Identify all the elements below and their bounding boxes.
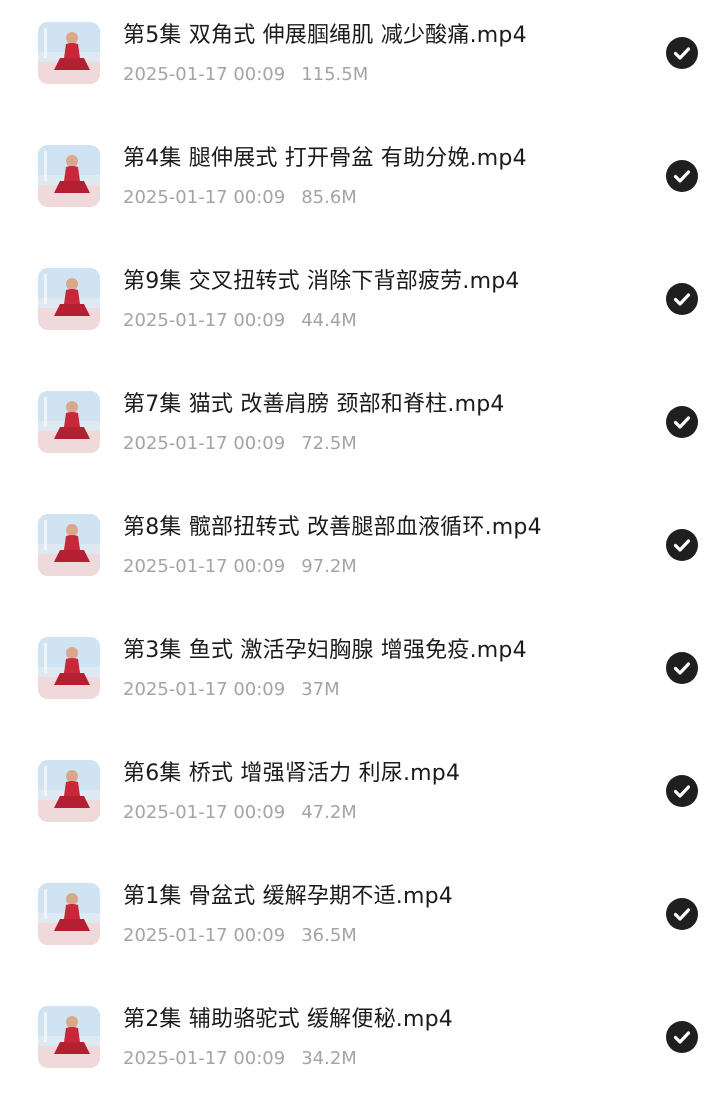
- check-circle-icon[interactable]: [666, 898, 698, 930]
- file-row[interactable]: 第3集 鱼式 激活孕妇胸腺 增强免疫.mp4 2025-01-17 00:09 3…: [0, 605, 720, 728]
- file-size: 97.2M: [301, 556, 357, 577]
- file-name: 第6集 桥式 增强肾活力 利尿.mp4: [123, 761, 461, 786]
- yoga-video-thumbnail: [38, 883, 100, 945]
- check-circle-icon[interactable]: [666, 529, 698, 561]
- file-name: 第7集 猫式 改善肩膀 颈部和脊柱.mp4: [123, 392, 505, 417]
- yoga-video-thumbnail: [38, 391, 100, 453]
- video-thumbnail: [38, 22, 100, 84]
- file-row[interactable]: 第2集 辅助骆驼式 缓解便秘.mp4 2025-01-17 00:09 34.2M: [0, 974, 720, 1097]
- file-meta: 2025-01-17 00:09 115.5M: [123, 62, 368, 88]
- file-size: 115.5M: [301, 64, 369, 85]
- file-list: 第5集 双角式 伸展腘绳肌 减少酸痛.mp4 2025-01-17 00:09 1…: [0, 0, 720, 1097]
- file-row[interactable]: 第8集 髋部扭转式 改善腿部血液循环.mp4 2025-01-17 00:09 9…: [0, 482, 720, 605]
- file-meta: 2025-01-17 00:09 85.6M: [123, 185, 357, 211]
- check-circle-icon[interactable]: [666, 37, 698, 69]
- file-size: 72.5M: [301, 433, 357, 454]
- file-date: 2025-01-17 00:09: [123, 64, 286, 85]
- file-name: 第8集 髋部扭转式 改善腿部血液循环.mp4: [123, 515, 542, 540]
- file-meta: 2025-01-17 00:09 97.2M: [123, 554, 357, 580]
- video-thumbnail: [38, 1006, 100, 1068]
- file-row[interactable]: 第4集 腿伸展式 打开骨盆 有助分娩.mp4 2025-01-17 00:09 8…: [0, 113, 720, 236]
- video-thumbnail: [38, 760, 100, 822]
- video-thumbnail: [38, 145, 100, 207]
- check-circle-icon[interactable]: [666, 1021, 698, 1053]
- file-meta: 2025-01-17 00:09 37M: [123, 677, 340, 703]
- check-circle-icon[interactable]: [666, 283, 698, 315]
- file-meta: 2025-01-17 00:09 36.5M: [123, 923, 357, 949]
- file-size: 47.2M: [301, 802, 357, 823]
- file-row[interactable]: 第6集 桥式 增强肾活力 利尿.mp4 2025-01-17 00:09 47.2…: [0, 728, 720, 851]
- check-circle-icon[interactable]: [666, 775, 698, 807]
- video-thumbnail: [38, 637, 100, 699]
- file-size: 44.4M: [301, 310, 357, 331]
- file-date: 2025-01-17 00:09: [123, 556, 286, 577]
- video-thumbnail: [38, 391, 100, 453]
- file-row[interactable]: 第5集 双角式 伸展腘绳肌 减少酸痛.mp4 2025-01-17 00:09 1…: [0, 0, 720, 113]
- file-name: 第3集 鱼式 激活孕妇胸腺 增强免疫.mp4: [123, 638, 527, 663]
- file-row[interactable]: 第1集 骨盆式 缓解孕期不适.mp4 2025-01-17 00:09 36.5M: [0, 851, 720, 974]
- file-date: 2025-01-17 00:09: [123, 1048, 286, 1069]
- check-circle-icon[interactable]: [666, 406, 698, 438]
- yoga-video-thumbnail: [38, 1006, 100, 1068]
- yoga-video-thumbnail: [38, 760, 100, 822]
- file-date: 2025-01-17 00:09: [123, 925, 286, 946]
- check-circle-icon[interactable]: [666, 160, 698, 192]
- file-size: 34.2M: [301, 1048, 357, 1069]
- file-meta: 2025-01-17 00:09 44.4M: [123, 308, 357, 334]
- file-date: 2025-01-17 00:09: [123, 310, 286, 331]
- file-size: 85.6M: [301, 187, 357, 208]
- video-thumbnail: [38, 514, 100, 576]
- file-meta: 2025-01-17 00:09 47.2M: [123, 800, 357, 826]
- file-date: 2025-01-17 00:09: [123, 187, 286, 208]
- yoga-video-thumbnail: [38, 22, 100, 84]
- file-meta: 2025-01-17 00:09 72.5M: [123, 431, 357, 457]
- file-date: 2025-01-17 00:09: [123, 433, 286, 454]
- yoga-video-thumbnail: [38, 145, 100, 207]
- file-date: 2025-01-17 00:09: [123, 802, 286, 823]
- file-name: 第9集 交叉扭转式 消除下背部疲劳.mp4: [123, 269, 520, 294]
- video-thumbnail: [38, 268, 100, 330]
- file-name: 第1集 骨盆式 缓解孕期不适.mp4: [123, 884, 453, 909]
- file-size: 36.5M: [301, 925, 357, 946]
- file-meta: 2025-01-17 00:09 34.2M: [123, 1046, 357, 1072]
- file-name: 第2集 辅助骆驼式 缓解便秘.mp4: [123, 1007, 453, 1032]
- file-name: 第4集 腿伸展式 打开骨盆 有助分娩.mp4: [123, 146, 527, 171]
- yoga-video-thumbnail: [38, 514, 100, 576]
- file-size: 37M: [301, 679, 340, 700]
- file-name: 第5集 双角式 伸展腘绳肌 减少酸痛.mp4: [123, 23, 527, 48]
- file-row[interactable]: 第7集 猫式 改善肩膀 颈部和脊柱.mp4 2025-01-17 00:09 72…: [0, 359, 720, 482]
- file-date: 2025-01-17 00:09: [123, 679, 286, 700]
- video-thumbnail: [38, 883, 100, 945]
- yoga-video-thumbnail: [38, 268, 100, 330]
- file-row[interactable]: 第9集 交叉扭转式 消除下背部疲劳.mp4 2025-01-17 00:09 44…: [0, 236, 720, 359]
- check-circle-icon[interactable]: [666, 652, 698, 684]
- yoga-video-thumbnail: [38, 637, 100, 699]
